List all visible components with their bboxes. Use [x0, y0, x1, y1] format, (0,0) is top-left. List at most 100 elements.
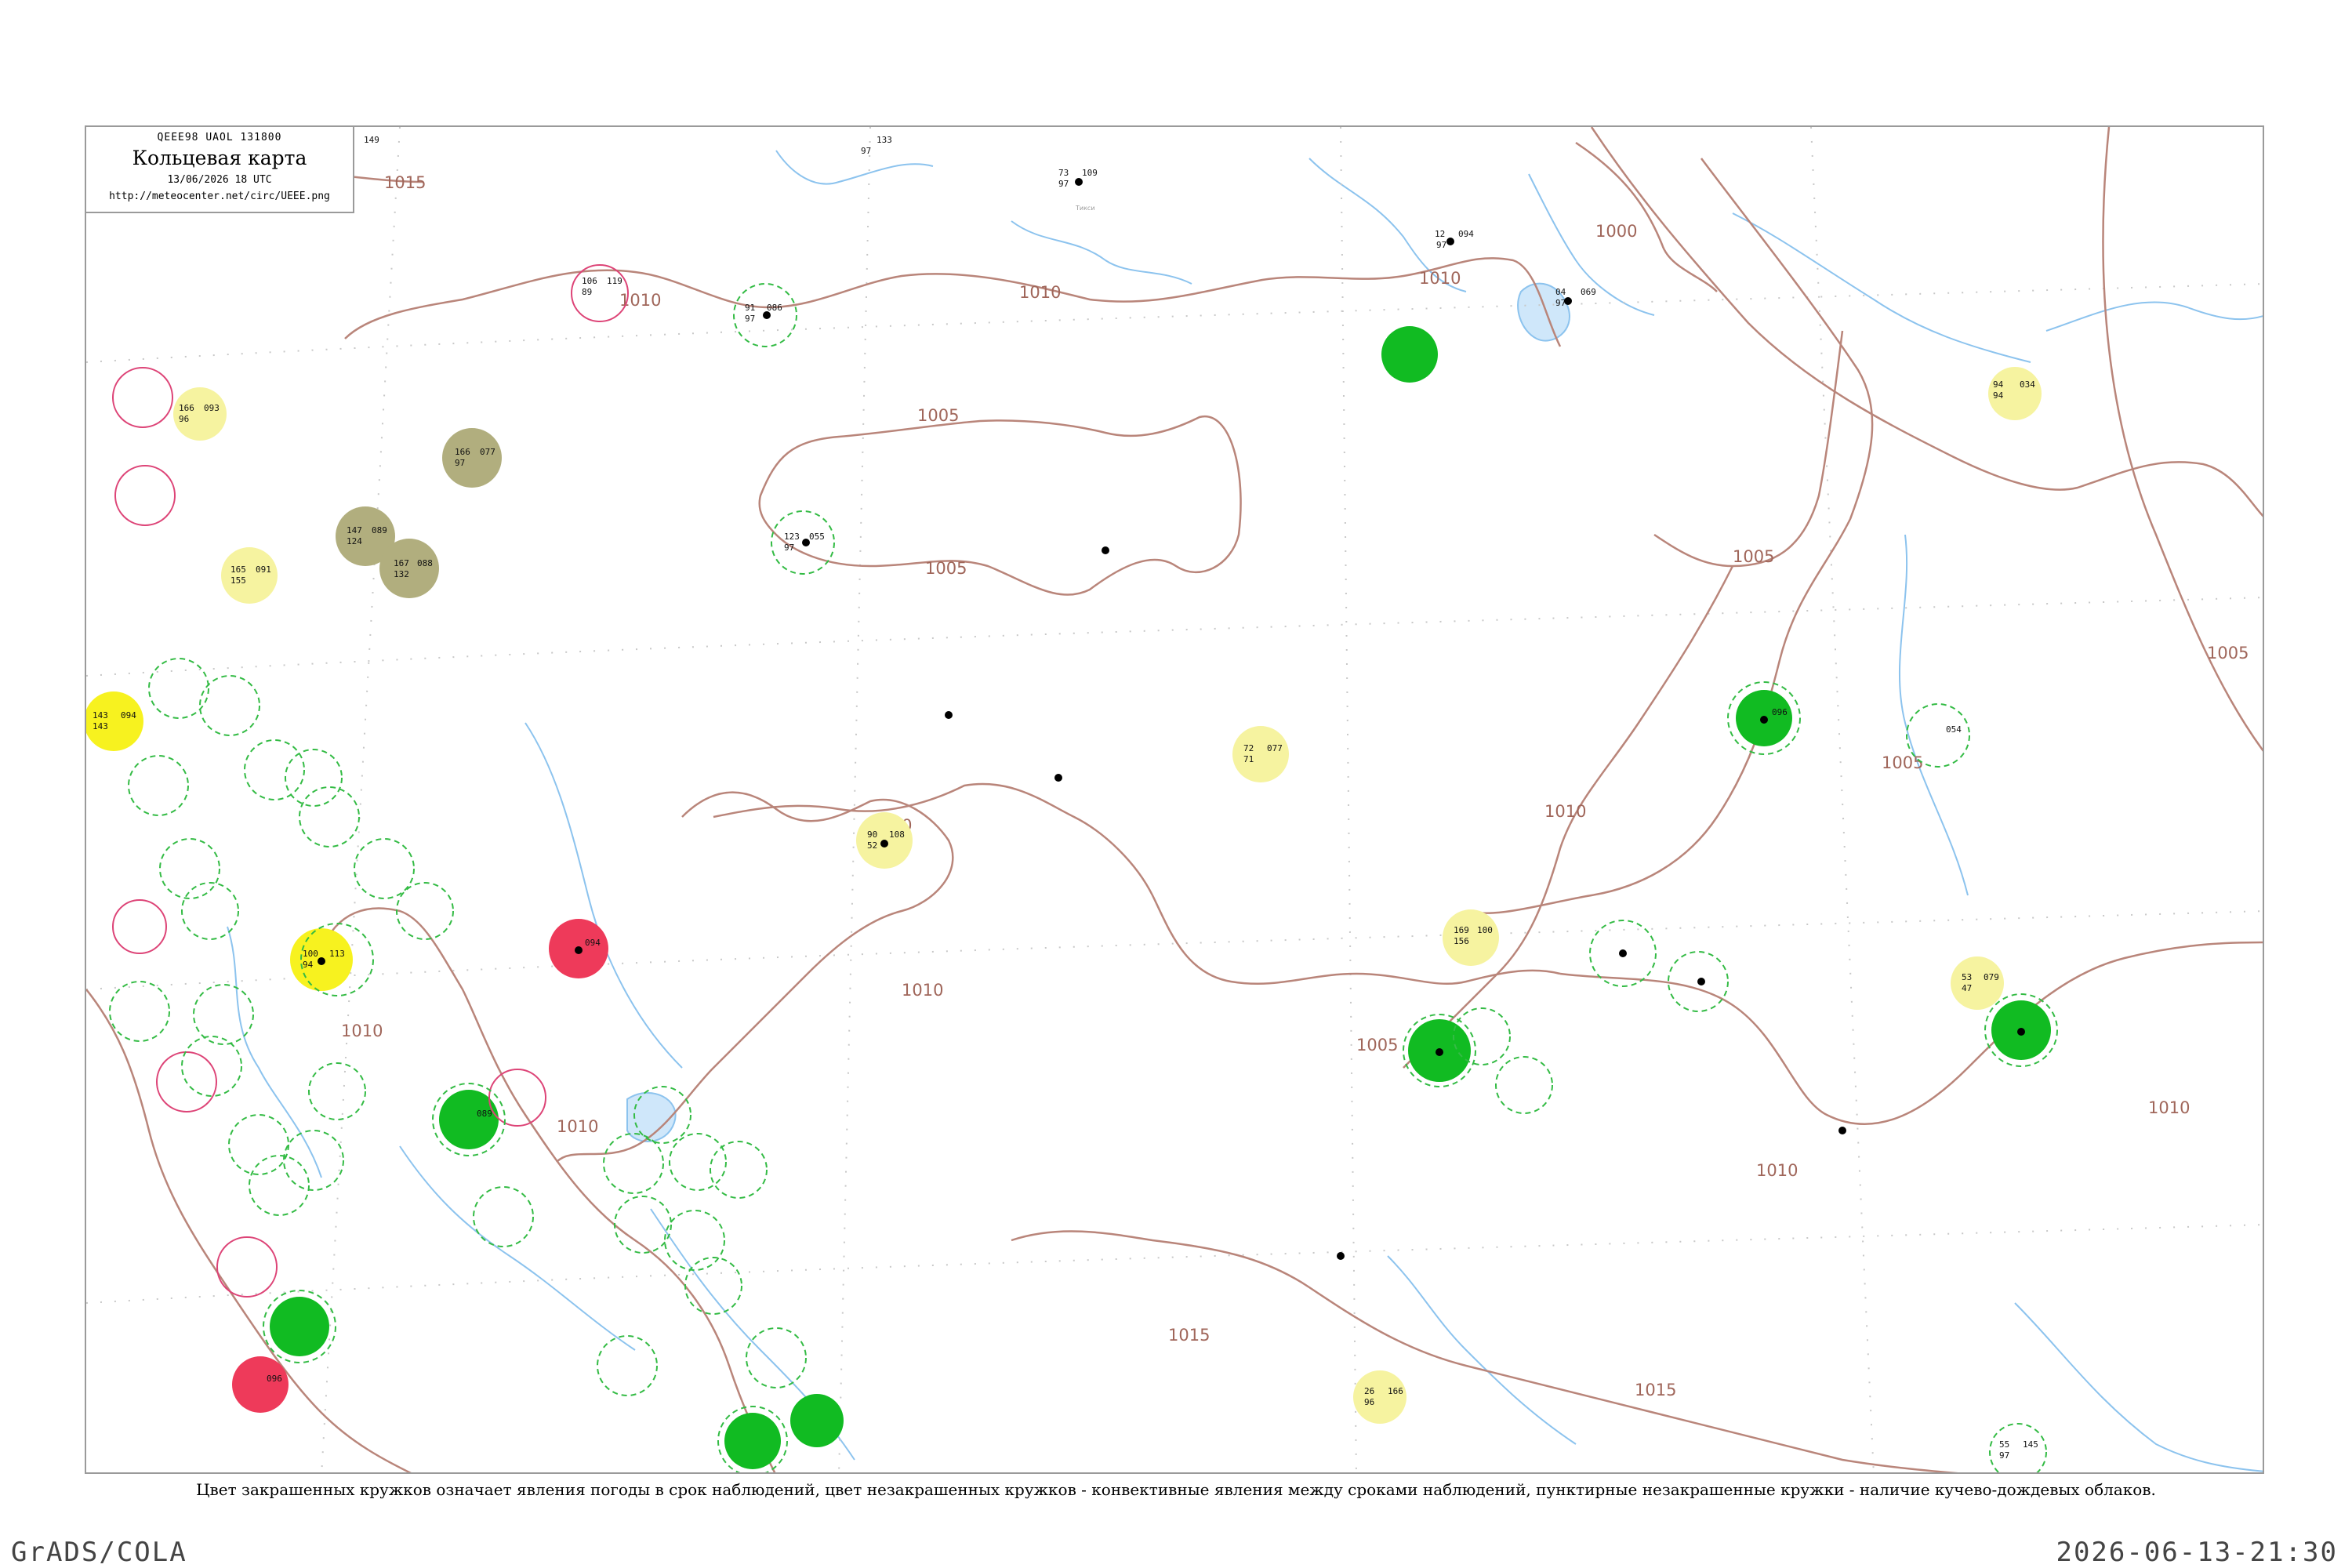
station-marker-yellow-light[interactable]	[1443, 909, 1499, 966]
isobar-label: 1005	[1356, 1036, 1398, 1054]
station-plots: 149 133 97 73 109 97 Тикси 91 086 97 12 …	[93, 135, 2038, 1461]
station-marker-yellow-light[interactable]	[1232, 726, 1289, 782]
station-ring-green[interactable]	[193, 984, 254, 1045]
station-dewpoint: 94	[1993, 390, 2004, 401]
station-ring-green[interactable]	[128, 755, 189, 816]
graticule-line	[838, 127, 871, 1472]
station-pressure: 108	[889, 829, 905, 840]
station-dot[interactable]	[1102, 546, 1109, 554]
station-ring-green[interactable]	[109, 981, 170, 1042]
station-ring-green[interactable]	[249, 1155, 310, 1216]
station-ring-green[interactable]	[684, 1257, 742, 1315]
station-dot[interactable]	[802, 539, 810, 546]
station-temp: 91	[745, 303, 755, 313]
station-marker-olive[interactable]	[442, 428, 502, 488]
station-dewpoint: 97	[861, 146, 871, 156]
isobar-label: 1005	[1733, 547, 1774, 566]
station-dot[interactable]	[763, 311, 771, 319]
river	[2014, 1302, 2263, 1472]
station-ring-green[interactable]	[746, 1327, 807, 1388]
station-pressure: 054	[1946, 724, 1962, 735]
station-temp: 167	[394, 558, 409, 568]
isobar-label: 1010	[2148, 1098, 2190, 1117]
station-temp: 166	[179, 403, 194, 413]
station-dot[interactable]	[575, 946, 583, 954]
station-dot[interactable]	[1564, 297, 1572, 305]
station-marker-red[interactable]	[232, 1356, 289, 1413]
station-pressure: 077	[1267, 743, 1283, 753]
station-ring-green[interactable]	[228, 1114, 289, 1175]
station-ring-green[interactable]	[159, 838, 220, 899]
station-marker-green[interactable]	[1381, 326, 1438, 383]
station-dot[interactable]	[1760, 716, 1768, 724]
station-ring-red[interactable]	[112, 367, 173, 428]
station-ring-green[interactable]	[283, 1130, 344, 1191]
isobars	[86, 127, 2263, 1472]
isobar-label: 1015	[384, 173, 426, 192]
station-pressure: 079	[1984, 972, 1999, 982]
station-dot[interactable]	[1436, 1048, 1443, 1056]
grads-credit: GrADS/COLA	[11, 1537, 187, 1568]
station-temp: 94	[1993, 379, 2004, 390]
station-ring-red[interactable]	[112, 899, 167, 954]
station-marker-green[interactable]	[270, 1297, 329, 1356]
station-temp: 100	[303, 949, 318, 959]
source-url[interactable]: http://meteocenter.net/circ/UEEE.png	[86, 191, 353, 202]
map-area: 1015 1010 1010 1005 1005 1000 1010 1005 …	[85, 125, 2264, 1474]
station-ring-red[interactable]	[216, 1236, 278, 1298]
station-temp: 26	[1364, 1386, 1374, 1396]
station-dot[interactable]	[1075, 178, 1083, 186]
isobar-line	[1653, 330, 1844, 568]
graticule	[86, 127, 2263, 1472]
station-dot[interactable]	[1619, 949, 1627, 957]
station-marker-green[interactable]	[724, 1413, 781, 1469]
station-ring-green[interactable]	[614, 1196, 672, 1254]
station-dot[interactable]	[318, 957, 325, 965]
station-marker-olive[interactable]	[379, 539, 439, 598]
station-temp: 143	[93, 710, 108, 720]
isobar-label: 1015	[1635, 1381, 1676, 1399]
station-ring-green[interactable]	[299, 786, 360, 848]
station-ring-green[interactable]	[244, 739, 305, 800]
station-ring-green[interactable]	[199, 675, 260, 736]
station-pressure: 094	[121, 710, 136, 720]
station-dot[interactable]	[1054, 774, 1062, 782]
isobar-line	[1575, 141, 1718, 292]
station-ring-green[interactable]	[664, 1210, 725, 1271]
station-temp: 166	[455, 447, 470, 457]
station-ring-green[interactable]	[1495, 1056, 1553, 1114]
station-dewpoint: 97	[1999, 1450, 2009, 1461]
station-ring-green[interactable]	[603, 1133, 664, 1194]
observation-datetime: 13/06/2026 18 UTC	[167, 174, 272, 186]
station-marker-green[interactable]	[790, 1394, 844, 1447]
station-ring-green[interactable]	[308, 1062, 366, 1120]
station-dewpoint: 155	[230, 575, 246, 586]
station-ring-green[interactable]	[354, 838, 415, 899]
station-ring-green[interactable]	[710, 1141, 768, 1199]
isobar-label: 1000	[1595, 222, 1637, 241]
graticule-line	[86, 1224, 2263, 1304]
graticule-line	[321, 127, 401, 1472]
station-ring-green[interactable]	[285, 749, 343, 807]
station-ring-green[interactable]	[473, 1186, 534, 1247]
station-dot[interactable]	[1337, 1252, 1345, 1260]
station-dot[interactable]	[1697, 978, 1705, 985]
station-dot[interactable]	[1446, 238, 1454, 245]
station-ring-green[interactable]	[181, 882, 239, 940]
station-marker-yellow-light[interactable]	[1951, 956, 2004, 1010]
station-dot[interactable]	[945, 711, 953, 719]
isobar-line	[1590, 127, 2263, 517]
station-dot[interactable]	[880, 840, 888, 848]
station-marker-yellow-light[interactable]	[1353, 1370, 1406, 1424]
station-temp: 55	[1999, 1439, 2009, 1450]
station-ring-red[interactable]	[114, 465, 176, 526]
station-pressure: 119	[607, 276, 622, 286]
isobar-labels: 1015 1010 1010 1005 1005 1000 1010 1005 …	[341, 173, 2249, 1399]
station-dot[interactable]	[1838, 1127, 1846, 1134]
station-pressure: 091	[256, 564, 271, 575]
station-ring-green[interactable]	[669, 1133, 727, 1191]
isobar-label: 1005	[925, 559, 967, 578]
station-marker-yellow-light[interactable]	[221, 547, 278, 604]
station-temp: 106	[582, 276, 597, 286]
station-dot[interactable]	[2017, 1028, 2025, 1036]
